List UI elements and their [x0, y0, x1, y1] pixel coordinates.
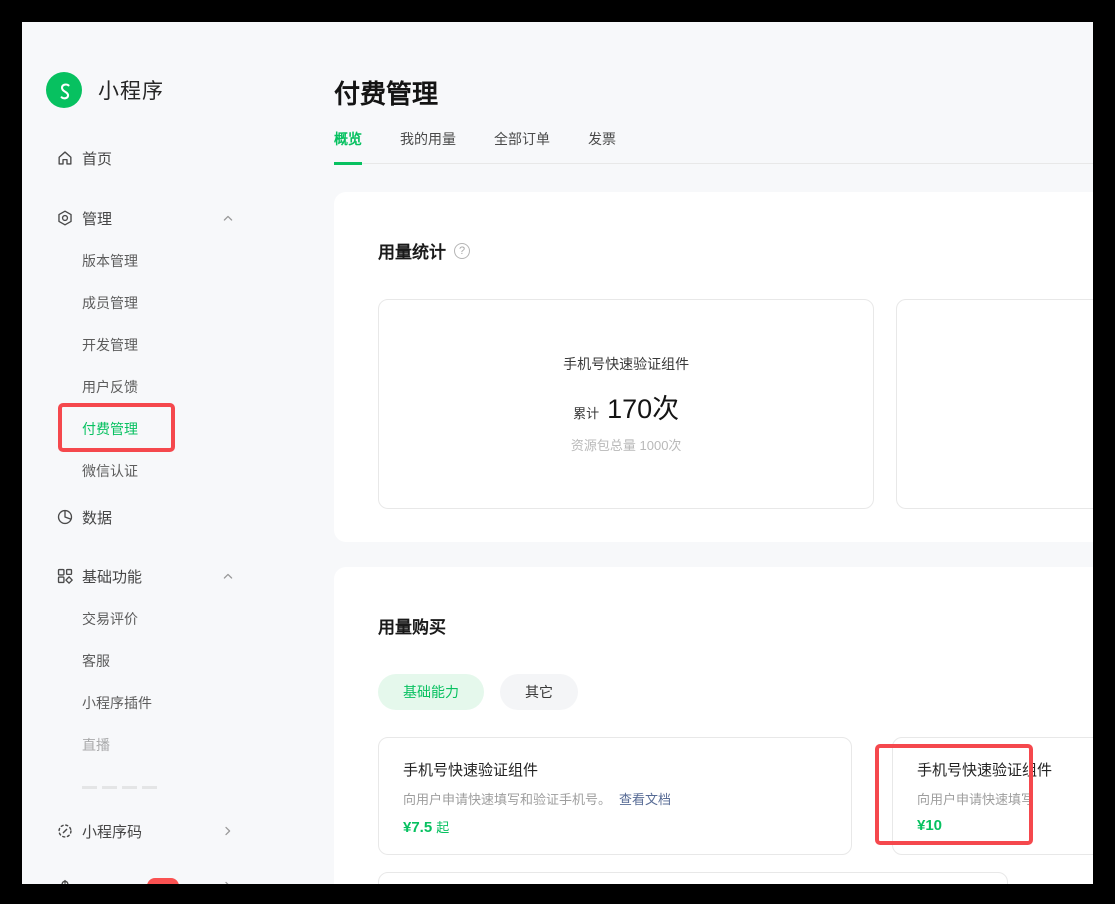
subitem-label: 客服: [82, 653, 110, 669]
subitem-label: 付费管理: [82, 421, 138, 437]
stat-package-value: 1000次: [639, 438, 682, 453]
product-price: ¥10: [917, 817, 943, 834]
sidebar-subitem-payment[interactable]: 付费管理: [22, 408, 334, 450]
stat-package-label: 资源包总量: [570, 438, 636, 453]
miniprogram-code-icon: [58, 824, 72, 838]
stat-name: 手机号快速验证组件: [563, 356, 690, 372]
sidebar: 小程序 首页 管理 版本管理 成员管理 开发管理 用户反馈 付费管理 微信认证 …: [22, 22, 334, 884]
sidebar-item-label: 小程序码: [82, 823, 143, 841]
miniprogram-logo-icon: [46, 72, 82, 108]
stat-total-label: 累计: [573, 406, 600, 421]
manage-icon: [58, 210, 72, 226]
product-price-suffix: 起: [436, 820, 450, 835]
sidebar-subitem-members[interactable]: 成员管理: [22, 282, 334, 324]
sidebar-subitem-plugins[interactable]: 小程序插件: [22, 682, 334, 724]
filter-basic-capability[interactable]: 基础能力: [378, 674, 484, 710]
sidebar-subitem-faded: [22, 766, 334, 808]
usage-purchase-title: 用量购买: [378, 618, 446, 637]
filter-other[interactable]: 其它: [500, 674, 578, 710]
sidebar-subitem-develop[interactable]: 开发管理: [22, 324, 334, 366]
notification-badge: [147, 878, 179, 884]
sidebar-subitem-live[interactable]: 直播: [22, 724, 334, 766]
partial-icon: [61, 879, 69, 884]
app-window: 小程序 首页 管理 版本管理 成员管理 开发管理 用户反馈 付费管理 微信认证 …: [22, 22, 1093, 884]
product-desc: 向用户申请快速填写和验证手机号。: [403, 792, 612, 807]
usage-stats-title: 用量统计: [378, 243, 446, 262]
usage-purchase-section: 用量购买 基础能力 其它 手机号快速验证组件 向用户申请快速填写和验证手机号。查…: [334, 567, 1093, 884]
app-logo-row: 小程序: [46, 66, 334, 114]
tab-overview[interactable]: 概览: [334, 129, 362, 165]
tab-all-orders[interactable]: 全部订单: [494, 129, 550, 165]
view-docs-link[interactable]: 查看文档: [619, 792, 671, 807]
subitem-label: 成员管理: [82, 295, 138, 311]
sidebar-item-manage[interactable]: 管理: [22, 196, 334, 240]
stat-total-value: 170次: [607, 394, 680, 424]
data-pie-icon: [57, 509, 73, 525]
features-grid-icon: [57, 568, 73, 584]
sidebar-item-partial[interactable]: [22, 864, 334, 884]
subitem-label: 开发管理: [82, 337, 138, 353]
tab-my-usage[interactable]: 我的用量: [400, 129, 456, 165]
chevron-right-icon[interactable]: [220, 878, 236, 884]
sidebar-subitem-feedback[interactable]: 用户反馈: [22, 366, 334, 408]
chevron-up-icon[interactable]: [220, 210, 236, 226]
subitem-label: 小程序插件: [82, 695, 152, 711]
sidebar-item-data[interactable]: 数据: [22, 495, 334, 539]
sidebar-item-features[interactable]: 基础功能: [22, 554, 334, 598]
stat-card-phone-verify: 手机号快速验证组件 累计 170次 资源包总量 1000次: [378, 299, 875, 509]
usage-stats-section: 用量统计 ? 手机号快速验证组件 累计 170次 资源包总量 1000次: [334, 192, 1093, 542]
tab-bar: 概览 我的用量 全部订单 发票: [334, 129, 1093, 165]
product-desc: 向用户申请快速填写: [917, 792, 1035, 807]
app-title: 小程序: [98, 80, 164, 103]
page-title: 付费管理: [334, 79, 439, 109]
help-icon[interactable]: ?: [454, 242, 470, 259]
sidebar-item-minicode[interactable]: 小程序码: [22, 809, 334, 853]
stat-package-line: 资源包总量 1000次: [571, 435, 682, 454]
sidebar-item-home[interactable]: 首页: [22, 136, 334, 180]
sidebar-subitem-trade-review[interactable]: 交易评价: [22, 598, 334, 640]
subitem-label: 交易评价: [82, 611, 138, 627]
sidebar-item-label: 基础功能: [82, 568, 143, 586]
product-card-partial: 手机号快速验证组件 向用户申请快速填写 ¥10: [892, 737, 1093, 855]
subitem-label: 直播: [82, 737, 110, 753]
subitem-label: 用户反馈: [82, 379, 138, 395]
chevron-right-icon[interactable]: [220, 823, 236, 839]
sidebar-item-label: 管理: [82, 210, 113, 228]
home-icon: [58, 151, 72, 165]
sidebar-subitem-version[interactable]: 版本管理: [22, 240, 334, 282]
sidebar-item-label: 首页: [82, 150, 113, 168]
sidebar-subitem-service[interactable]: 客服: [22, 640, 334, 682]
filter-pills: 基础能力 其它: [378, 674, 1093, 710]
product-price: ¥7.5: [403, 819, 433, 836]
product-name: 手机号快速验证组件: [917, 762, 1053, 779]
stat-card-partial: [896, 299, 1093, 509]
chevron-up-icon[interactable]: [220, 568, 236, 584]
product-name: 手机号快速验证组件: [403, 762, 539, 779]
sidebar-subitem-verify[interactable]: 微信认证: [22, 450, 334, 492]
subitem-label: 微信认证: [82, 463, 138, 479]
tab-invoice[interactable]: 发票: [588, 129, 616, 165]
subitem-label: 版本管理: [82, 253, 138, 269]
product-card-phone-verify: 手机号快速验证组件 向用户申请快速填写和验证手机号。查看文档 ¥7.5起 购买: [378, 737, 1006, 855]
sidebar-item-label: 数据: [82, 509, 113, 527]
next-product-card-partial: [378, 872, 1008, 884]
main-content: 付费管理 概览 我的用量 全部订单 发票 用量统计 ? 手机号快速验证组件 累计…: [334, 22, 1093, 884]
